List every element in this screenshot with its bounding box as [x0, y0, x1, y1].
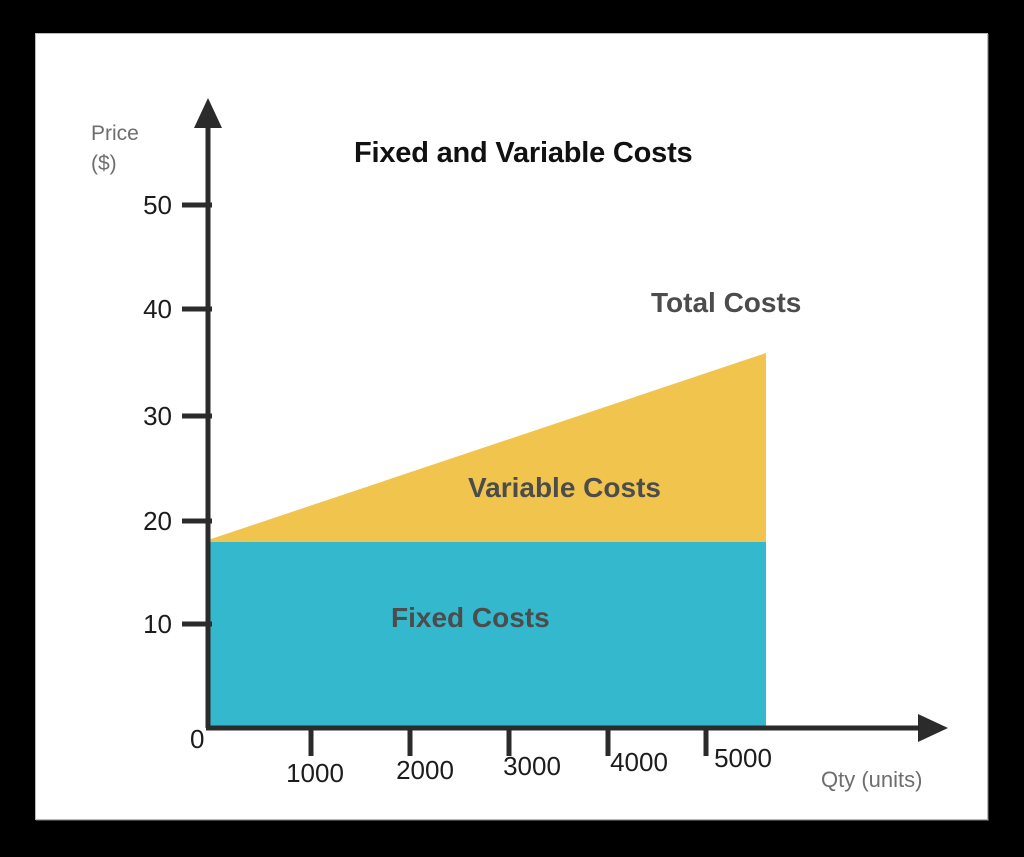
fixed-costs-area: [208, 542, 766, 728]
screenshot-root: Fixed and Variable Costs Price ($) Qty (…: [0, 0, 1024, 857]
x-axis-arrowhead: [918, 714, 948, 742]
series-label-total-costs: Total Costs: [651, 287, 802, 318]
x-axis-title: Qty (units): [821, 767, 923, 792]
y-tick-label-40: 40: [143, 294, 172, 324]
origin-label: 0: [190, 724, 205, 754]
chart-canvas: Fixed and Variable Costs Price ($) Qty (…: [36, 34, 989, 821]
variable-costs-area: [208, 353, 766, 542]
chart-title: Fixed and Variable Costs: [354, 137, 693, 169]
x-tick-label-2000: 2000: [396, 755, 454, 785]
chart-panel: Fixed and Variable Costs Price ($) Qty (…: [35, 33, 988, 820]
y-tick-label-20: 20: [143, 506, 172, 536]
y-tick-label-50: 50: [143, 190, 172, 220]
x-tick-label-3000: 3000: [503, 751, 561, 781]
series-label-variable-costs: Variable Costs: [468, 472, 661, 503]
y-tick-label-10: 10: [143, 609, 172, 639]
y-axis-title: Price ($): [91, 122, 139, 176]
series-label-fixed-costs: Fixed Costs: [391, 602, 550, 633]
y-tick-label-30: 30: [143, 401, 172, 431]
x-tick-label-5000: 5000: [714, 743, 772, 773]
y-axis-arrowhead: [194, 98, 222, 128]
x-tick-label-1000: 1000: [286, 758, 344, 788]
x-tick-label-4000: 4000: [610, 747, 668, 777]
